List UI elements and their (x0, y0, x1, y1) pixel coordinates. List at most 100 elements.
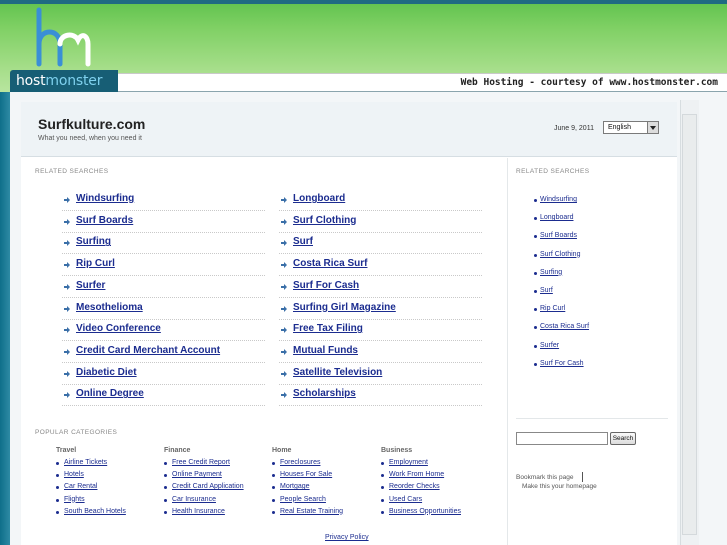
search-input[interactable] (516, 432, 608, 445)
related-search-link[interactable]: Online Degree (76, 388, 144, 399)
arrow-right-icon (64, 327, 70, 334)
sidebar-search-link[interactable]: Surfing (533, 269, 562, 276)
category-link[interactable]: Used Cars (380, 496, 422, 503)
related-search-item[interactable]: Rip Curl (62, 255, 265, 277)
category-link[interactable]: Houses For Sale (271, 471, 332, 478)
category-link[interactable]: South Beach Hotels (56, 508, 126, 515)
homepage-link[interactable]: Make this your homepage (522, 483, 597, 490)
category-link[interactable]: People Search (272, 496, 326, 503)
category-link[interactable]: Mortgage (272, 483, 310, 490)
arrow-right-icon (64, 262, 70, 269)
sidebar-search-link[interactable]: Longboard (533, 214, 573, 221)
related-search-item[interactable]: Surf For Cash (279, 277, 482, 298)
category-link[interactable]: Employment (381, 459, 428, 466)
sidebar-search-link[interactable]: Costa Rica Surf (533, 323, 589, 330)
related-search-link[interactable]: Credit Card Merchant Account (76, 345, 220, 356)
category-link[interactable]: Online Payment (164, 471, 222, 478)
arrow-right-icon (281, 262, 287, 269)
sidebar-search-link[interactable]: Surf (534, 287, 553, 294)
bookmark-link[interactable]: Bookmark this page (516, 474, 573, 481)
related-search-link[interactable]: Diabetic Diet (76, 367, 137, 378)
related-search-item[interactable]: Surf (279, 233, 482, 255)
related-search-item[interactable]: Video Conference (62, 320, 265, 342)
courtesy-text: Web Hosting - courtesy of www.hostmonste… (460, 77, 718, 88)
related-search-item[interactable]: Satellite Television (279, 364, 482, 385)
related-search-link[interactable]: Free Tax Filing (293, 323, 363, 334)
sidebar-search-link[interactable]: Surf Boards (534, 232, 577, 239)
arrow-right-icon (64, 348, 70, 355)
related-search-link[interactable]: Mutual Funds (293, 345, 358, 356)
related-search-item[interactable]: Surfing Girl Magazine (279, 299, 482, 320)
scrollbar-thumb[interactable] (682, 114, 697, 535)
date-text: June 9, 2011 (554, 125, 594, 132)
hosting-courtesy-bar[interactable]: Web Hosting - courtesy of www.hostmonste… (118, 73, 727, 92)
sidebar-search-link[interactable]: Rip Curl (533, 305, 565, 312)
arrow-right-icon (281, 327, 287, 334)
related-search-link[interactable]: Scholarships (293, 388, 356, 399)
related-search-item[interactable]: Surf Clothing (279, 212, 482, 233)
related-search-link[interactable]: Satellite Television (293, 367, 382, 378)
category-link[interactable]: Credit Card Application (164, 483, 244, 490)
sidebar-search-link[interactable]: Windsurfing (534, 196, 577, 203)
related-search-item[interactable]: Surfing (62, 233, 265, 255)
related-search-link[interactable]: Costa Rica Surf (293, 258, 367, 269)
related-search-item[interactable]: Free Tax Filing (279, 320, 482, 342)
arrow-right-icon (64, 283, 70, 290)
chevron-down-icon[interactable] (647, 122, 658, 133)
arrow-right-icon (281, 370, 287, 377)
related-search-item[interactable]: Windsurfing (62, 190, 265, 211)
arrow-right-icon (281, 305, 287, 312)
category-link[interactable]: Foreclosures (271, 459, 320, 466)
related-search-link[interactable]: Surfing (76, 236, 111, 247)
search-button[interactable]: Search (610, 432, 636, 445)
language-select[interactable]: English (603, 121, 659, 134)
category-link[interactable]: Work From Home (380, 471, 444, 478)
related-search-link[interactable]: Windsurfing (76, 193, 134, 204)
related-search-item[interactable]: Surfer (62, 277, 265, 298)
language-value: English (608, 124, 631, 131)
category-link[interactable]: Hotels (56, 471, 84, 478)
frame-left-edge (0, 92, 10, 545)
related-search-item[interactable]: Mesothelioma (62, 299, 265, 320)
category-link[interactable]: Airline Tickets (55, 459, 107, 466)
arrow-right-icon (281, 240, 287, 247)
sidebar-search-link[interactable]: Surfer (533, 342, 559, 349)
related-search-item[interactable]: Surf Boards (62, 212, 265, 233)
category-link[interactable]: Free Credit Report (164, 459, 230, 466)
arrow-right-icon (64, 392, 70, 399)
column-divider (507, 158, 508, 545)
related-search-item[interactable]: Scholarships (279, 385, 482, 407)
related-search-item[interactable]: Costa Rica Surf (279, 255, 482, 277)
category-link[interactable]: Real Estate Training (271, 508, 343, 515)
related-search-link[interactable]: Surf Boards (76, 215, 133, 226)
related-search-item[interactable]: Mutual Funds (279, 342, 482, 363)
sidebar-search-link[interactable]: Surf For Cash (534, 360, 584, 367)
related-search-item[interactable]: Online Degree (62, 385, 265, 407)
related-search-link[interactable]: Surf Clothing (293, 215, 356, 226)
category-link[interactable]: Car Rental (55, 483, 97, 490)
privacy-policy-link[interactable]: Privacy Policy (325, 534, 369, 541)
related-search-item[interactable]: Diabetic Diet (62, 364, 265, 385)
sidebar-search-link[interactable]: Surf Clothing (533, 251, 580, 258)
related-search-item[interactable]: Longboard (279, 190, 482, 211)
related-search-link[interactable]: Surf (293, 236, 313, 247)
category-link[interactable]: Flights (56, 496, 85, 503)
related-search-link[interactable]: Longboard (293, 193, 345, 204)
category-link[interactable]: Car Insurance (164, 496, 216, 503)
arrow-right-icon (281, 218, 287, 225)
related-search-link[interactable]: Surfing Girl Magazine (293, 302, 396, 313)
related-search-link[interactable]: Surfer (76, 280, 105, 291)
related-search-link[interactable]: Rip Curl (76, 258, 115, 269)
related-search-item[interactable]: Credit Card Merchant Account (62, 342, 265, 363)
arrow-right-icon (281, 283, 287, 290)
category-link[interactable]: Health Insurance (164, 508, 225, 515)
arrow-right-icon (64, 218, 70, 225)
site-title: Surfkulture.com (38, 116, 146, 132)
related-search-link[interactable]: Video Conference (76, 323, 161, 334)
related-search-link[interactable]: Surf For Cash (293, 280, 359, 291)
related-search-link[interactable]: Mesothelioma (76, 302, 143, 313)
hm-logo-icon (36, 7, 91, 67)
category-heading: Home (272, 447, 292, 454)
category-link[interactable]: Reorder Checks (381, 483, 440, 490)
category-link[interactable]: Business Opportunities (381, 508, 461, 515)
